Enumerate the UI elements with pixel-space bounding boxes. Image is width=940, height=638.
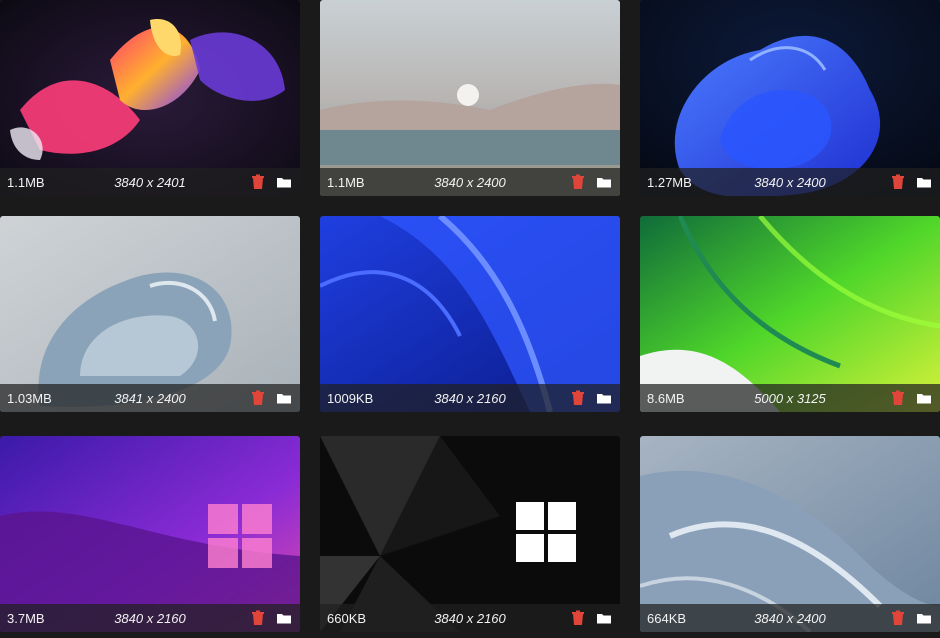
folder-icon[interactable] (276, 610, 292, 626)
trash-icon[interactable] (250, 390, 266, 406)
info-bar: 1.03MB 3841 x 2400 (0, 384, 300, 412)
folder-icon[interactable] (916, 174, 932, 190)
wallpaper-thumbnail[interactable] (640, 436, 940, 632)
wallpaper-card[interactable]: 3.7MB 3840 x 2160 (0, 436, 300, 632)
wallpaper-card[interactable]: 8.6MB 5000 x 3125 (640, 216, 940, 412)
wallpaper-thumbnail[interactable] (640, 0, 940, 196)
wallpaper-card[interactable]: 1.1MB 3840 x 2400 (320, 0, 620, 196)
wallpaper-card[interactable]: 664KB 3840 x 2400 (640, 436, 940, 632)
trash-icon[interactable] (890, 610, 906, 626)
folder-icon[interactable] (596, 174, 612, 190)
wallpaper-thumbnail[interactable] (320, 0, 620, 196)
wallpaper-thumbnail[interactable] (320, 436, 620, 632)
trash-icon[interactable] (570, 610, 586, 626)
folder-icon[interactable] (276, 390, 292, 406)
wallpaper-card[interactable]: 1009KB 3840 x 2160 (320, 216, 620, 412)
wallpaper-card[interactable]: 660KB 3840 x 2160 (320, 436, 620, 632)
trash-icon[interactable] (570, 174, 586, 190)
wallpaper-card[interactable]: 1.1MB 3840 x 2401 (0, 0, 300, 196)
info-bar: 1.1MB 3840 x 2400 (320, 168, 620, 196)
info-bar: 8.6MB 5000 x 3125 (640, 384, 940, 412)
wallpaper-thumbnail[interactable] (640, 216, 940, 412)
trash-icon[interactable] (570, 390, 586, 406)
info-bar: 664KB 3840 x 2400 (640, 604, 940, 632)
trash-icon[interactable] (250, 610, 266, 626)
info-bar: 1.1MB 3840 x 2401 (0, 168, 300, 196)
wallpaper-thumbnail[interactable] (0, 216, 300, 412)
info-bar: 1009KB 3840 x 2160 (320, 384, 620, 412)
info-bar: 1.27MB 3840 x 2400 (640, 168, 940, 196)
info-bar: 660KB 3840 x 2160 (320, 604, 620, 632)
wallpaper-card[interactable]: 1.03MB 3841 x 2400 (0, 216, 300, 412)
folder-icon[interactable] (276, 174, 292, 190)
info-bar: 3.7MB 3840 x 2160 (0, 604, 300, 632)
trash-icon[interactable] (890, 174, 906, 190)
folder-icon[interactable] (916, 610, 932, 626)
folder-icon[interactable] (596, 610, 612, 626)
folder-icon[interactable] (916, 390, 932, 406)
trash-icon[interactable] (890, 390, 906, 406)
folder-icon[interactable] (596, 390, 612, 406)
wallpaper-thumbnail[interactable] (0, 436, 300, 632)
trash-icon[interactable] (250, 174, 266, 190)
wallpaper-thumbnail[interactable] (320, 216, 620, 412)
wallpaper-card[interactable]: 1.27MB 3840 x 2400 (640, 0, 940, 196)
wallpaper-thumbnail[interactable] (0, 0, 300, 196)
